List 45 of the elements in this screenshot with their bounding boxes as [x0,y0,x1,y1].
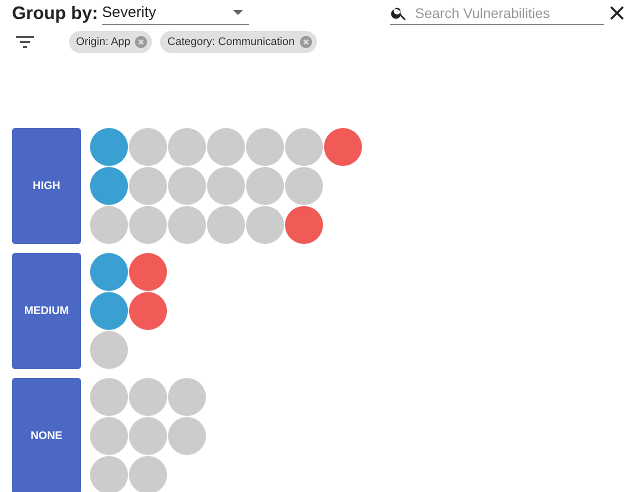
remove-icon[interactable] [300,36,312,48]
vulnerability-dot[interactable] [285,167,323,205]
vulnerability-dot[interactable] [129,206,167,244]
vulnerability-dot[interactable] [168,417,206,455]
severity-label: NONE [12,378,81,492]
vulnerability-dot[interactable] [129,378,167,416]
vulnerability-dot[interactable] [90,456,128,492]
vulnerability-dot[interactable] [207,128,245,166]
vulnerability-dot[interactable] [207,206,245,244]
severity-label: HIGH [12,128,81,244]
vulnerability-dot[interactable] [168,128,206,166]
close-icon[interactable] [610,6,624,20]
vulnerability-dot[interactable] [90,253,128,291]
vulnerability-dot[interactable] [246,206,284,244]
vulnerability-dot[interactable] [129,167,167,205]
severity-label: MEDIUM [12,253,81,369]
vulnerability-dot[interactable] [90,378,128,416]
vulnerability-dot[interactable] [168,206,206,244]
vulnerability-dot[interactable] [324,128,362,166]
filter-chip[interactable]: Category: Communication [160,31,317,53]
vulnerability-dot[interactable] [129,128,167,166]
filter-chip[interactable]: Origin: App [69,31,152,53]
vulnerability-dot[interactable] [90,417,128,455]
group-by-select[interactable]: Severity [102,1,249,25]
group-by-label: Group by: [12,2,99,24]
vulnerability-dot[interactable] [129,456,167,492]
search-field[interactable]: Search Vulnerabilities [415,4,595,20]
caret-icon [233,10,243,15]
vulnerability-dot[interactable] [90,206,128,244]
vulnerability-dot[interactable] [90,128,128,166]
remove-icon[interactable] [135,36,148,48]
vulnerability-dot[interactable] [129,417,167,455]
vulnerability-dot[interactable] [246,167,284,205]
vulnerability-dot[interactable] [168,167,206,205]
vulnerability-dot[interactable] [90,331,128,369]
filter-icon[interactable] [16,36,34,48]
vulnerability-dot[interactable] [246,128,284,166]
vulnerability-dot[interactable] [90,167,128,205]
vulnerability-dot[interactable] [168,378,206,416]
vulnerability-dot[interactable] [285,128,323,166]
vulnerability-dot[interactable] [129,253,167,291]
vulnerability-dot[interactable] [207,167,245,205]
vulnerability-dot[interactable] [90,292,128,330]
vulnerability-dot[interactable] [129,292,167,330]
vulnerability-dot[interactable] [285,206,323,244]
